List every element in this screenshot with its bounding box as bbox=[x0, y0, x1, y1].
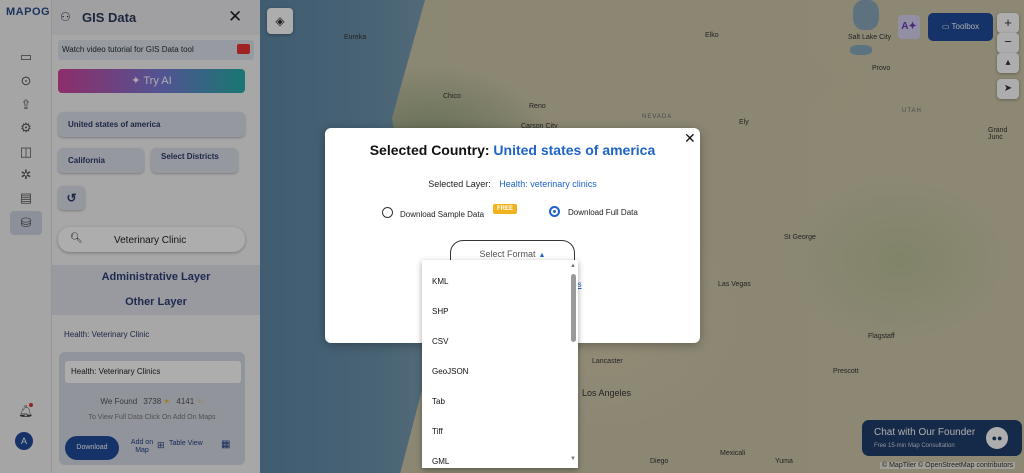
sample-data-label[interactable]: Download Sample Data bbox=[400, 210, 484, 219]
selected-layer: Health: veterinary clinics bbox=[499, 179, 597, 189]
format-list[interactable]: KML SHP CSV GeoJSON Tab Tiff GML ▲ ▼ bbox=[422, 260, 578, 468]
format-option[interactable]: Tab bbox=[432, 397, 445, 406]
format-option[interactable]: CSV bbox=[432, 337, 448, 346]
caret-up-icon: ▲ bbox=[538, 252, 546, 259]
selected-country: United states of america bbox=[493, 142, 656, 158]
format-option[interactable]: Tiff bbox=[432, 427, 443, 436]
free-badge: FREE bbox=[493, 204, 518, 214]
format-option[interactable]: KML bbox=[432, 277, 448, 286]
scroll-up-icon[interactable]: ▲ bbox=[570, 263, 576, 269]
full-data-radio[interactable] bbox=[549, 206, 560, 217]
format-option[interactable]: GeoJSON bbox=[432, 367, 468, 376]
full-data-label[interactable]: Download Full Data bbox=[568, 208, 638, 217]
select-format-label: Select Format bbox=[479, 249, 536, 259]
layer-prefix: Selected Layer: bbox=[428, 179, 491, 189]
scroll-down-icon[interactable]: ▼ bbox=[570, 456, 576, 462]
title-prefix: Selected Country: bbox=[369, 142, 490, 158]
selected-layer-row: Selected Layer: Health: veterinary clini… bbox=[325, 179, 700, 189]
format-option[interactable]: SHP bbox=[432, 307, 448, 316]
format-option[interactable]: GML bbox=[432, 457, 449, 466]
modal-title: Selected Country: United states of ameri… bbox=[325, 142, 700, 158]
sample-data-radio[interactable] bbox=[382, 207, 393, 218]
scrollbar-thumb[interactable] bbox=[571, 274, 576, 342]
